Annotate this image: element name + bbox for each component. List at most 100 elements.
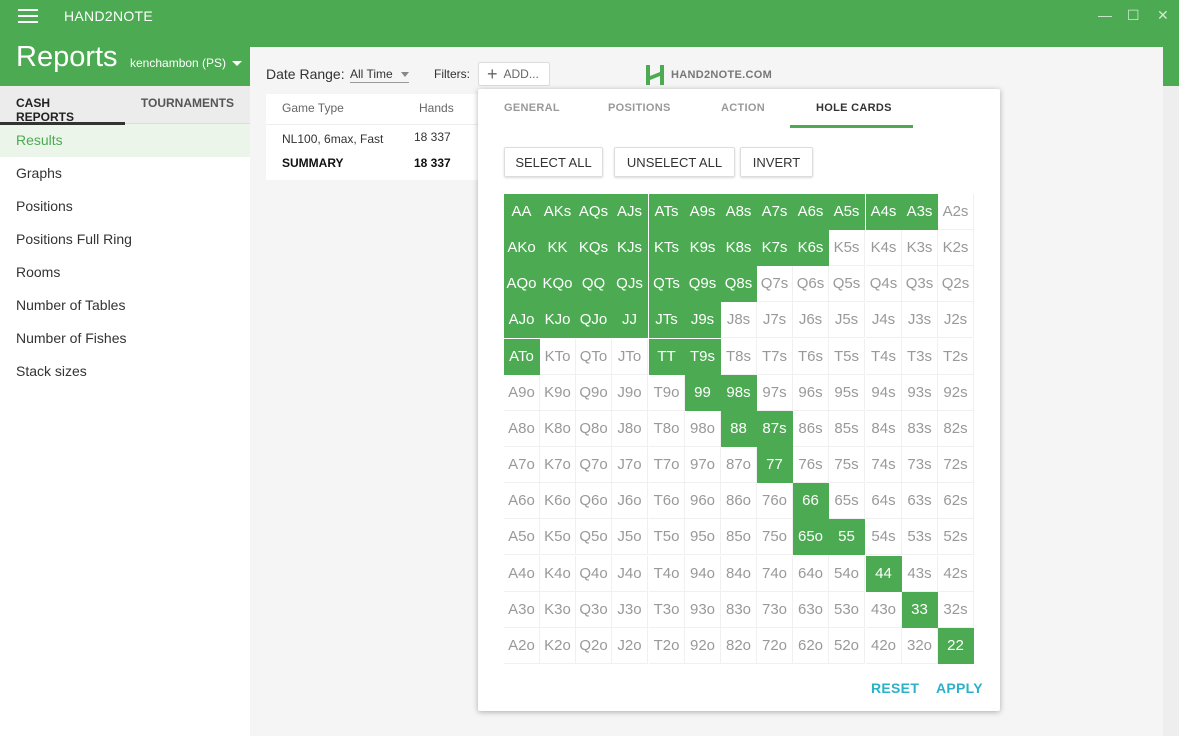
hand-cell-j3s[interactable]: J3s — [902, 302, 938, 338]
hand-cell-k2o[interactable]: K2o — [540, 628, 576, 664]
hand-cell-t6s[interactable]: T6s — [793, 339, 829, 375]
hand-cell-86s[interactable]: 86s — [793, 411, 829, 447]
hand-cell-a7s[interactable]: A7s — [757, 194, 793, 230]
hand-cell-95o[interactable]: 95o — [685, 519, 721, 555]
hand-cell-t8s[interactable]: T8s — [721, 339, 757, 375]
hand-cell-97o[interactable]: 97o — [685, 447, 721, 483]
hand-cell-32o[interactable]: 32o — [902, 628, 938, 664]
column-header-game-type[interactable]: Game Type — [282, 101, 344, 115]
hand-cell-a6o[interactable]: A6o — [504, 483, 540, 519]
sidebar-item-number-of-fishes[interactable]: Number of Fishes — [0, 322, 250, 355]
sidebar-item-stack-sizes[interactable]: Stack sizes — [0, 355, 250, 388]
hand-cell-t2s[interactable]: T2s — [938, 339, 974, 375]
hand-cell-kk[interactable]: KK — [540, 230, 576, 266]
hand-cell-94s[interactable]: 94s — [866, 375, 902, 411]
hand-cell-52s[interactable]: 52s — [938, 519, 974, 555]
hand-cell-q5s[interactable]: Q5s — [829, 266, 865, 302]
tab-cash-reports[interactable]: CASH REPORTS — [0, 86, 125, 125]
hand-cell-q8s[interactable]: Q8s — [721, 266, 757, 302]
hand-cell-84o[interactable]: 84o — [721, 556, 757, 592]
hand-cell-42o[interactable]: 42o — [866, 628, 902, 664]
hand-cell-q9s[interactable]: Q9s — [685, 266, 721, 302]
hand-cell-t6o[interactable]: T6o — [649, 483, 685, 519]
hand-cell-75o[interactable]: 75o — [757, 519, 793, 555]
hand-cell-97s[interactable]: 97s — [757, 375, 793, 411]
column-header-hands[interactable]: Hands — [419, 101, 454, 115]
hand-cell-53s[interactable]: 53s — [902, 519, 938, 555]
hand-cell-k4o[interactable]: K4o — [540, 556, 576, 592]
hand-cell-aqo[interactable]: AQo — [504, 266, 540, 302]
hand-cell-74s[interactable]: 74s — [866, 447, 902, 483]
hand-cell-62s[interactable]: 62s — [938, 483, 974, 519]
hand-cell-a3o[interactable]: A3o — [504, 592, 540, 628]
sidebar-item-positions[interactable]: Positions — [0, 190, 250, 223]
tab-positions[interactable]: POSITIONS — [608, 102, 671, 114]
hand-cell-77[interactable]: 77 — [757, 447, 793, 483]
hand-cell-qto[interactable]: QTo — [576, 339, 612, 375]
hand-cell-k6s[interactable]: K6s — [793, 230, 829, 266]
hand-cell-qq[interactable]: QQ — [576, 266, 612, 302]
hand-cell-94o[interactable]: 94o — [685, 556, 721, 592]
hand-cell-jto[interactable]: JTo — [612, 339, 648, 375]
hand-cell-q3s[interactable]: Q3s — [902, 266, 938, 302]
hand-cell-55[interactable]: 55 — [829, 519, 865, 555]
hand-cell-42s[interactable]: 42s — [938, 556, 974, 592]
hand-cell-j3o[interactable]: J3o — [612, 592, 648, 628]
hand-cell-t2o[interactable]: T2o — [649, 628, 685, 664]
hand-cell-87s[interactable]: 87s — [757, 411, 793, 447]
hand-cell-q4s[interactable]: Q4s — [866, 266, 902, 302]
hand-cell-99[interactable]: 99 — [685, 375, 721, 411]
hand-cell-k8o[interactable]: K8o — [540, 411, 576, 447]
hand-cell-q2s[interactable]: Q2s — [938, 266, 974, 302]
hand-cell-q5o[interactable]: Q5o — [576, 519, 612, 555]
hand-cell-96o[interactable]: 96o — [685, 483, 721, 519]
hand-cell-q2o[interactable]: Q2o — [576, 628, 612, 664]
hand-cell-ato[interactable]: ATo — [504, 339, 540, 375]
hand-cell-aa[interactable]: AA — [504, 194, 540, 230]
hand-cell-a8o[interactable]: A8o — [504, 411, 540, 447]
hand-cell-k5o[interactable]: K5o — [540, 519, 576, 555]
hand-cell-64s[interactable]: 64s — [866, 483, 902, 519]
hand-cell-j9s[interactable]: J9s — [685, 302, 721, 338]
hand-cell-82s[interactable]: 82s — [938, 411, 974, 447]
hand-cell-a7o[interactable]: A7o — [504, 447, 540, 483]
hand-cell-j8o[interactable]: J8o — [612, 411, 648, 447]
hand-cell-76o[interactable]: 76o — [757, 483, 793, 519]
hand-cell-t9o[interactable]: T9o — [649, 375, 685, 411]
hand-cell-j5s[interactable]: J5s — [829, 302, 865, 338]
hand-cell-87o[interactable]: 87o — [721, 447, 757, 483]
sidebar-item-graphs[interactable]: Graphs — [0, 157, 250, 190]
select-all-button[interactable]: SELECT ALL — [504, 147, 603, 177]
hand-cell-ajs[interactable]: AJs — [612, 194, 648, 230]
hand-cell-66[interactable]: 66 — [793, 483, 829, 519]
hand-cell-t4s[interactable]: T4s — [866, 339, 902, 375]
hand-cell-j9o[interactable]: J9o — [612, 375, 648, 411]
hand-cell-k5s[interactable]: K5s — [829, 230, 865, 266]
hand-cell-72o[interactable]: 72o — [757, 628, 793, 664]
hand-cell-t7s[interactable]: T7s — [757, 339, 793, 375]
hand-cell-98o[interactable]: 98o — [685, 411, 721, 447]
hand-cell-a4s[interactable]: A4s — [866, 194, 902, 230]
hand-cell-q8o[interactable]: Q8o — [576, 411, 612, 447]
hand-cell-a2s[interactable]: A2s — [938, 194, 974, 230]
hand-cell-a6s[interactable]: A6s — [793, 194, 829, 230]
sidebar-item-results[interactable]: Results — [0, 124, 250, 157]
hand-cell-q7s[interactable]: Q7s — [757, 266, 793, 302]
hand-cell-qjs[interactable]: QJs — [612, 266, 648, 302]
hand-cell-74o[interactable]: 74o — [757, 556, 793, 592]
hand-cell-t3s[interactable]: T3s — [902, 339, 938, 375]
hand-cell-t9s[interactable]: T9s — [685, 339, 721, 375]
hand-cell-85s[interactable]: 85s — [829, 411, 865, 447]
hand-cell-q9o[interactable]: Q9o — [576, 375, 612, 411]
menu-icon[interactable] — [18, 9, 38, 23]
sidebar-item-rooms[interactable]: Rooms — [0, 256, 250, 289]
hand-cell-t4o[interactable]: T4o — [649, 556, 685, 592]
hand-cell-75s[interactable]: 75s — [829, 447, 865, 483]
hand-cell-k7o[interactable]: K7o — [540, 447, 576, 483]
hand-cell-j6o[interactable]: J6o — [612, 483, 648, 519]
hand-cell-33[interactable]: 33 — [902, 592, 938, 628]
hand-cell-ats[interactable]: ATs — [649, 194, 685, 230]
hand-cell-a8s[interactable]: A8s — [721, 194, 757, 230]
sidebar-item-positions-full-ring[interactable]: Positions Full Ring — [0, 223, 250, 256]
hand-cell-a5o[interactable]: A5o — [504, 519, 540, 555]
